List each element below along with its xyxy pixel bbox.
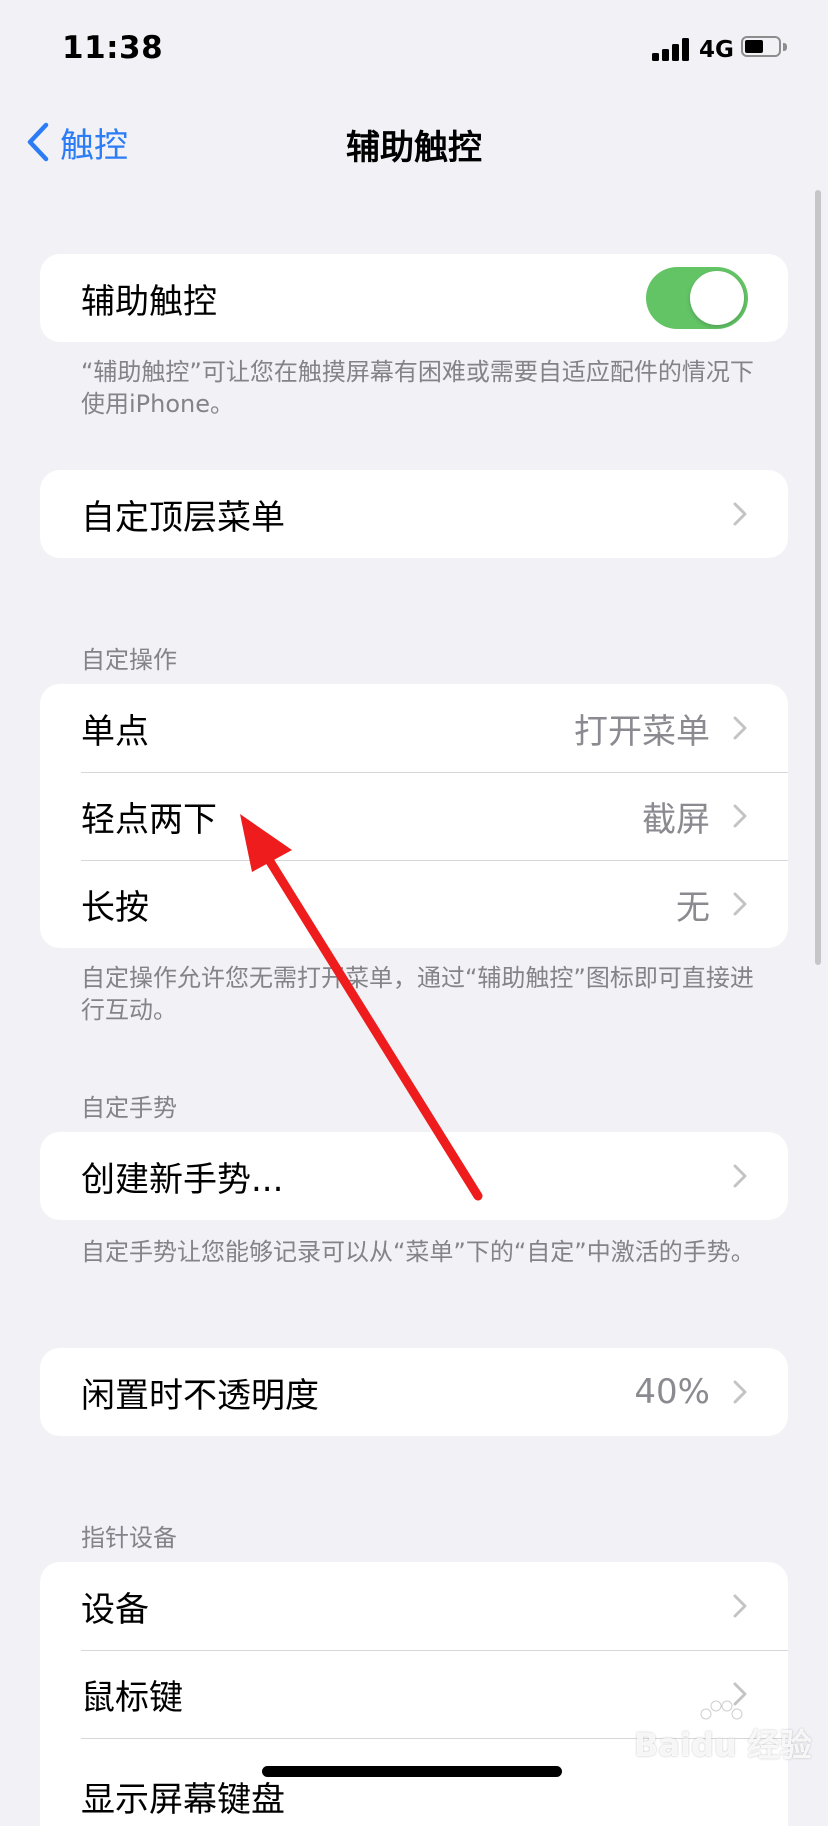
mouse-keys-label: 鼠标键 bbox=[81, 1677, 183, 1718]
long-press-label: 长按 bbox=[81, 887, 149, 928]
chevron-right-icon bbox=[733, 1594, 747, 1618]
home-indicator bbox=[262, 1766, 562, 1777]
idle-opacity-card: 闲置时不透明度 40% bbox=[40, 1348, 788, 1436]
chevron-right-icon bbox=[733, 892, 747, 916]
custom-gestures-card: 创建新手势... bbox=[40, 1132, 788, 1220]
custom-gestures-footer: 自定手势让您能够记录可以从“菜单”下的“自定”中激活的手势。 bbox=[81, 1238, 755, 1266]
single-tap-label: 单点 bbox=[81, 711, 149, 752]
mouse-keys-row[interactable]: 鼠标键 bbox=[40, 1650, 788, 1738]
create-new-gesture-row[interactable]: 创建新手势... bbox=[40, 1132, 788, 1220]
chevron-right-icon bbox=[733, 1682, 747, 1706]
network-type: 4G bbox=[699, 37, 734, 63]
single-tap-value: 打开菜单 bbox=[574, 711, 710, 752]
custom-actions-card: 单点 打开菜单 轻点两下 截屏 长按 无 bbox=[40, 684, 788, 948]
assistive-touch-footer: “辅助触控”可让您在触摸屏幕有困难或需要自适应配件的情况下使用iPhone。 bbox=[81, 358, 754, 418]
double-tap-row[interactable]: 轻点两下 截屏 bbox=[40, 772, 788, 860]
top-menu-card: 自定顶层菜单 bbox=[40, 470, 788, 558]
long-press-value: 无 bbox=[676, 887, 710, 928]
battery-icon bbox=[741, 36, 788, 60]
devices-label: 设备 bbox=[81, 1589, 149, 1630]
scrollbar[interactable] bbox=[815, 190, 821, 965]
idle-opacity-label: 闲置时不透明度 bbox=[81, 1375, 319, 1416]
custom-actions-header: 自定操作 bbox=[81, 646, 177, 674]
chevron-right-icon bbox=[733, 1164, 747, 1188]
onscreen-keyboard-row[interactable]: 显示屏幕键盘 bbox=[40, 1738, 788, 1826]
cellular-signal-icon bbox=[652, 37, 692, 61]
idle-opacity-row[interactable]: 闲置时不透明度 40% bbox=[40, 1348, 788, 1436]
double-tap-value: 截屏 bbox=[642, 799, 710, 840]
pointer-devices-header: 指针设备 bbox=[81, 1524, 177, 1552]
devices-row[interactable]: 设备 bbox=[40, 1562, 788, 1650]
onscreen-keyboard-label: 显示屏幕键盘 bbox=[81, 1780, 285, 1820]
single-tap-row[interactable]: 单点 打开菜单 bbox=[40, 684, 788, 772]
navigation-bar: 触控 辅助触控 bbox=[0, 100, 828, 180]
create-new-gesture-label: 创建新手势... bbox=[81, 1159, 284, 1200]
status-bar: 11:38 4G bbox=[0, 0, 828, 100]
chevron-right-icon bbox=[733, 1380, 747, 1404]
status-time: 11:38 bbox=[62, 30, 164, 66]
pointer-devices-card: 设备 鼠标键 显示屏幕键盘 bbox=[40, 1562, 788, 1826]
toggle-knob bbox=[690, 271, 744, 325]
chevron-right-icon bbox=[733, 716, 747, 740]
chevron-right-icon bbox=[733, 804, 747, 828]
double-tap-label: 轻点两下 bbox=[81, 799, 217, 840]
assistive-touch-row: 辅助触控 bbox=[40, 254, 788, 342]
customize-top-menu-label: 自定顶层菜单 bbox=[81, 497, 285, 538]
assistive-touch-toggle[interactable] bbox=[646, 267, 748, 329]
long-press-row[interactable]: 长按 无 bbox=[40, 860, 788, 948]
page-title: 辅助触控 bbox=[346, 128, 482, 168]
assistive-touch-card: 辅助触控 bbox=[40, 254, 788, 342]
customize-top-menu-row[interactable]: 自定顶层菜单 bbox=[40, 470, 788, 558]
chevron-right-icon bbox=[733, 502, 747, 526]
idle-opacity-value: 40% bbox=[634, 1372, 710, 1412]
custom-gestures-header: 自定手势 bbox=[81, 1094, 177, 1122]
assistive-touch-label: 辅助触控 bbox=[81, 281, 217, 322]
custom-actions-footer: 自定操作允许您无需打开菜单，通过“辅助触控”图标即可直接进行互动。 bbox=[81, 964, 754, 1024]
